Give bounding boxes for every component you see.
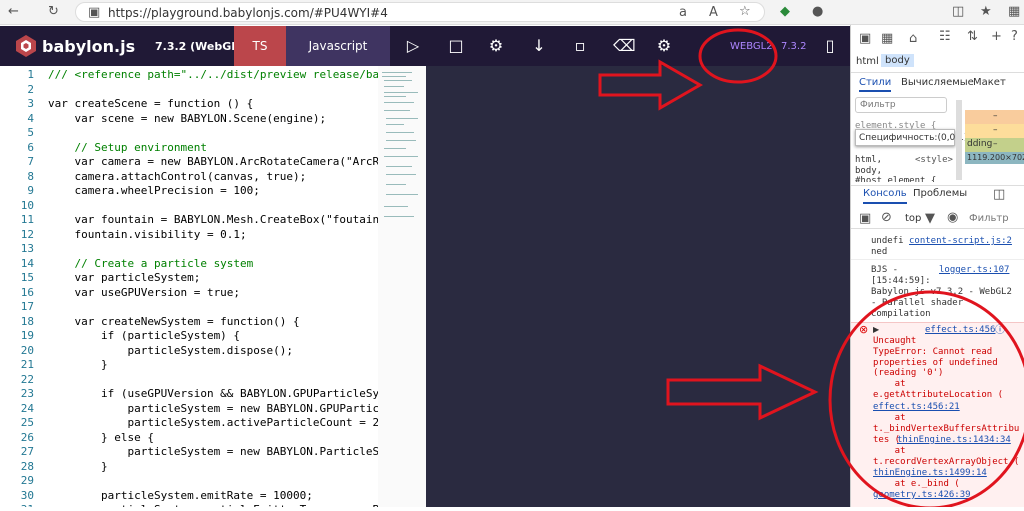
annotation-circle-webgl: [698, 28, 778, 84]
annotation-arrow-top: [598, 59, 704, 111]
annotation-overlay: [598, 28, 1024, 507]
annotation-circle-error: [828, 290, 1024, 507]
annotation-arrow-bottom: [666, 363, 819, 421]
